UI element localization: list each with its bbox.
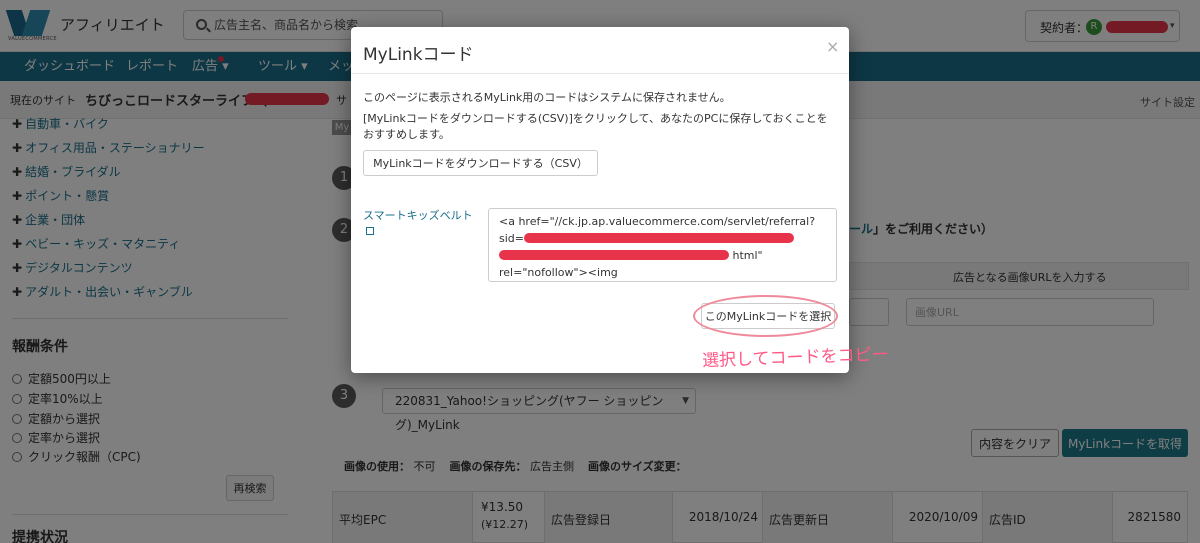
modal-instruction: [MyLinkコードをダウンロードする(CSV)]をクリックして、あなたのPCに… xyxy=(363,112,828,141)
redacted-code xyxy=(524,233,794,243)
modal-notice: このページに表示されるMyLink用のコードはシステムに保存されません。 xyxy=(363,91,731,104)
mylink-code-modal: MyLinkコード × このページに表示されるMyLink用のコードはシステムに… xyxy=(351,27,849,373)
advertiser-link[interactable]: スマートキッズベルト xyxy=(363,208,473,240)
close-icon[interactable]: × xyxy=(826,37,839,56)
modal-title: MyLinkコード xyxy=(363,45,474,65)
mylink-code-textarea[interactable]: <a href="//ck.jp.ap.valuecommerce.com/se… xyxy=(488,208,837,282)
download-csv-button[interactable]: MyLinkコードをダウンロードする（CSV） xyxy=(363,150,598,176)
external-link-icon xyxy=(366,227,374,235)
modal-header: MyLinkコード × xyxy=(351,27,849,74)
select-mylink-code-button[interactable]: このMyLinkコードを選択 xyxy=(701,303,835,329)
redacted-code xyxy=(499,250,729,260)
